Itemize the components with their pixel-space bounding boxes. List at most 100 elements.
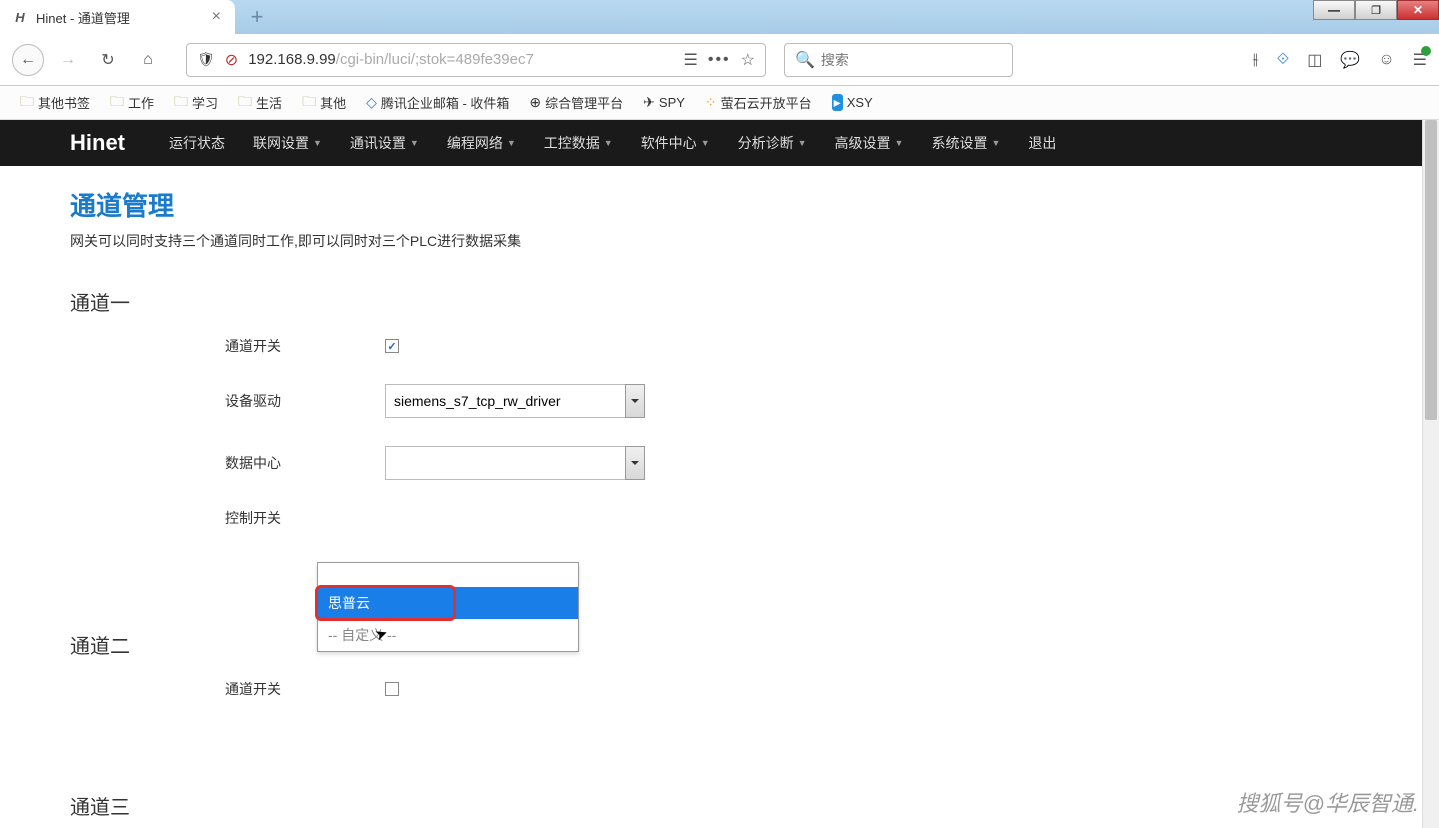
search-bar[interactable]: 🔍 [784, 43, 1013, 77]
folder-icon: 🗀 [302, 91, 316, 115]
toolbar-right-icons: ⫳ ⟐ ◫ 💬 ☺ ☰ [1252, 50, 1427, 70]
sidebar-icon[interactable]: ◫ [1307, 50, 1322, 70]
bookmark-folder-other[interactable]: 🗀其他书签 [12, 88, 98, 118]
bookmark-link-spy[interactable]: ✈SPY [635, 91, 693, 114]
label-control: 控制开关 [70, 508, 385, 528]
nav-network[interactable]: 联网设置▼ [239, 120, 336, 166]
label-driver: 设备驱动 [70, 391, 385, 411]
pocket-icon[interactable]: ⟐ [1277, 51, 1290, 69]
nav-industrial[interactable]: 工控数据▼ [530, 120, 627, 166]
bookmark-folder-study[interactable]: 🗀学习 [166, 88, 226, 118]
datacenter-dropdown: 思普云 -- 自定义 -- [317, 562, 579, 652]
app-icon: ▸ [832, 94, 843, 111]
minimize-button[interactable] [1313, 0, 1355, 20]
mail-icon: ◇ [366, 94, 377, 111]
dropdown-option-blank[interactable] [318, 563, 578, 587]
caret-icon: ▼ [313, 138, 322, 148]
row-control: 控制开关 [70, 508, 1439, 528]
tab-favicon-icon: H [12, 9, 28, 25]
row-switch-2: 通道开关 [70, 679, 1439, 699]
shield-icon[interactable]: 🛡 [197, 51, 215, 68]
dropdown-option-sipu[interactable]: 思普云 [318, 587, 578, 619]
home-button[interactable]: ⌂ [132, 44, 164, 76]
caret-icon: ▼ [895, 138, 904, 148]
tab-close-button[interactable]: × [208, 8, 225, 26]
select-driver[interactable]: siemens_s7_tcp_rw_driver [385, 384, 645, 418]
label-switch: 通道开关 [70, 679, 385, 699]
folder-icon: 🗀 [238, 91, 252, 115]
nav-system[interactable]: 系统设置▼ [917, 120, 1014, 166]
tracking-blocked-icon[interactable]: ⊘ [225, 50, 238, 70]
caret-icon: ▼ [701, 138, 710, 148]
new-tab-button[interactable]: + [239, 0, 275, 34]
reload-button[interactable]: ↻ [92, 44, 124, 76]
dropdown-arrow-icon[interactable] [625, 384, 645, 418]
caret-icon: ▼ [798, 138, 807, 148]
folder-icon: 🗀 [20, 91, 34, 115]
nav-advanced[interactable]: 高级设置▼ [821, 120, 918, 166]
maximize-button[interactable] [1355, 0, 1397, 20]
menu-icon[interactable]: ☰ [1413, 50, 1427, 70]
search-icon: 🔍 [795, 50, 815, 70]
search-input[interactable] [821, 52, 1002, 68]
forward-button[interactable]: → [52, 44, 84, 76]
row-driver: 设备驱动 siemens_s7_tcp_rw_driver [70, 384, 1439, 418]
bookmark-folder-other2[interactable]: 🗀其他 [294, 88, 354, 118]
browser-tab[interactable]: H Hinet - 通道管理 × [0, 0, 235, 34]
plane-icon: ✈ [643, 94, 655, 111]
page-actions-icon[interactable]: ••• [708, 51, 731, 69]
window-controls [1313, 0, 1439, 34]
bookmark-link-platform[interactable]: ⊕综合管理平台 [521, 90, 631, 115]
window-titlebar: H Hinet - 通道管理 × + [0, 0, 1439, 34]
browser-toolbar: ← → ↻ ⌂ 🛡 ⊘ 192.168.9.99/cgi-bin/luci/;s… [0, 34, 1439, 86]
address-bar[interactable]: 🛡 ⊘ 192.168.9.99/cgi-bin/luci/;stok=489f… [186, 43, 766, 77]
caret-icon: ▼ [507, 138, 516, 148]
checkbox-switch-1[interactable] [385, 339, 399, 353]
bookmark-folder-life[interactable]: 🗀生活 [230, 88, 290, 118]
caret-icon: ▼ [991, 138, 1000, 148]
row-datacenter: 数据中心 [70, 446, 1439, 480]
account-icon[interactable]: ☺ [1378, 51, 1394, 69]
url-text: 192.168.9.99/cgi-bin/luci/;stok=489fe39e… [248, 51, 673, 68]
reader-view-icon[interactable]: ☰ [684, 50, 698, 70]
label-switch: 通道开关 [70, 336, 385, 356]
dropdown-option-custom[interactable]: -- 自定义 -- [318, 619, 578, 651]
nav-comm[interactable]: 通讯设置▼ [336, 120, 433, 166]
app-navbar: Hinet 运行状态 联网设置▼ 通讯设置▼ 编程网络▼ 工控数据▼ 软件中心▼… [0, 120, 1439, 166]
page-description: 网关可以同时支持三个通道同时工作,即可以同时对三个PLC进行数据采集 [70, 231, 1439, 251]
nav-status[interactable]: 运行状态 [155, 120, 239, 166]
nav-program[interactable]: 编程网络▼ [433, 120, 530, 166]
bookmark-folder-work[interactable]: 🗀工作 [102, 88, 162, 118]
bookmarks-bar: 🗀其他书签 🗀工作 🗀学习 🗀生活 🗀其他 ◇腾讯企业邮箱 - 收件箱 ⊕综合管… [0, 86, 1439, 120]
folder-icon: 🗀 [174, 91, 188, 115]
page-body: 通道管理 网关可以同时支持三个通道同时工作,即可以同时对三个PLC进行数据采集 … [0, 166, 1439, 828]
nav-logout[interactable]: 退出 [1014, 120, 1070, 166]
checkbox-switch-2[interactable] [385, 682, 399, 696]
section-title: 通道三 [70, 791, 1439, 820]
scrollbar-thumb[interactable] [1425, 120, 1437, 420]
select-datacenter-value [385, 446, 645, 480]
section-channel-3: 通道三 通道开关 [70, 791, 1439, 828]
nav-software[interactable]: 软件中心▼ [627, 120, 724, 166]
library-icon[interactable]: ⫳ [1252, 51, 1259, 69]
select-driver-value: siemens_s7_tcp_rw_driver [385, 384, 645, 418]
bookmark-star-icon[interactable]: ☆ [741, 50, 755, 70]
app-brand[interactable]: Hinet [70, 130, 125, 156]
select-datacenter[interactable] [385, 446, 645, 480]
close-window-button[interactable] [1397, 0, 1439, 20]
bookmark-link-mail[interactable]: ◇腾讯企业邮箱 - 收件箱 [358, 90, 517, 115]
page-content: Hinet 运行状态 联网设置▼ 通讯设置▼ 编程网络▼ 工控数据▼ 软件中心▼… [0, 120, 1439, 828]
bookmark-link-xsy[interactable]: ▸XSY [824, 91, 881, 114]
section-channel-2: 通道二 通道开关 [70, 630, 1439, 767]
bookmark-link-ys7[interactable]: ⁘萤石云开放平台 [697, 90, 820, 115]
caret-icon: ▼ [604, 138, 613, 148]
dropdown-arrow-icon[interactable] [625, 446, 645, 480]
dots-icon: ⁘ [705, 94, 717, 111]
section-title: 通道一 [70, 287, 1439, 316]
globe-icon: ⊕ [529, 94, 541, 111]
chat-icon[interactable]: 💬 [1340, 50, 1360, 70]
nav-diagnose[interactable]: 分析诊断▼ [724, 120, 821, 166]
back-button[interactable]: ← [12, 44, 44, 76]
row-switch-1: 通道开关 [70, 336, 1439, 356]
tab-title: Hinet - 通道管理 [36, 8, 130, 27]
